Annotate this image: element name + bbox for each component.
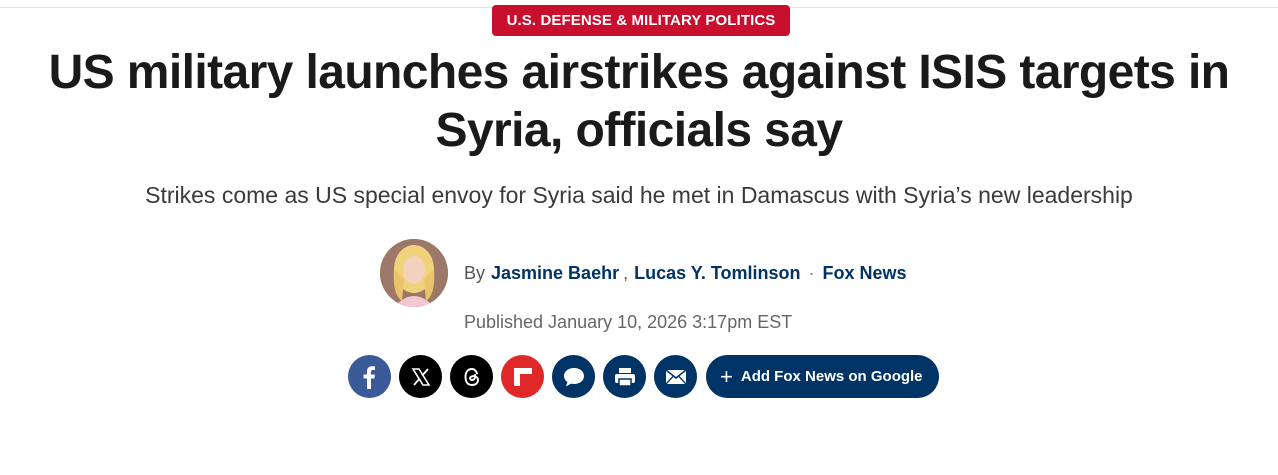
email-button[interactable] xyxy=(654,355,697,398)
comments-button[interactable] xyxy=(552,355,595,398)
comment-icon xyxy=(563,367,584,386)
author-link-2[interactable]: Lucas Y. Tomlinson xyxy=(634,263,800,284)
email-icon xyxy=(665,368,686,384)
share-bar: + Add Fox News on Google xyxy=(348,355,939,398)
article-subhead: Strikes come as US special envoy for Syr… xyxy=(145,182,1133,208)
add-google-label: Add Fox News on Google xyxy=(740,368,923,385)
print-button[interactable] xyxy=(603,355,646,398)
published-date: Published January 10, 2026 3:17pm EST xyxy=(464,312,793,332)
flipboard-icon xyxy=(513,367,532,386)
author-row: By Jasmine Baehr , Lucas Y. Tomlinson · … xyxy=(380,239,907,307)
add-fox-news-on-google-button[interactable]: + Add Fox News on Google xyxy=(706,355,939,398)
headline-line-2: Syria, officials say xyxy=(435,104,844,157)
byline-dot: · xyxy=(808,262,815,283)
category-badge[interactable]: U.S. DEFENSE & MILITARY POLITICS xyxy=(492,5,790,36)
source-link[interactable]: Fox News xyxy=(822,263,906,284)
facebook-icon xyxy=(363,365,375,389)
byline: By Jasmine Baehr , Lucas Y. Tomlinson · … xyxy=(464,263,907,284)
print-icon xyxy=(614,367,635,387)
plus-icon: + xyxy=(720,363,733,389)
share-facebook-button[interactable] xyxy=(348,355,391,398)
author-separator: , xyxy=(623,262,629,283)
share-x-button[interactable] xyxy=(399,355,442,398)
article-headline: US military launches airstrikes against … xyxy=(20,44,1258,160)
share-threads-button[interactable] xyxy=(450,355,493,398)
author-avatar[interactable] xyxy=(380,239,448,307)
x-icon xyxy=(411,367,430,386)
threads-icon xyxy=(463,367,479,386)
share-flipboard-button[interactable] xyxy=(501,355,544,398)
author-link-1[interactable]: Jasmine Baehr xyxy=(491,263,619,284)
byline-prefix: By xyxy=(464,262,486,283)
category-label: U.S. DEFENSE & MILITARY POLITICS xyxy=(506,12,776,29)
headline-line-1: US military launches airstrikes against … xyxy=(48,46,1230,99)
